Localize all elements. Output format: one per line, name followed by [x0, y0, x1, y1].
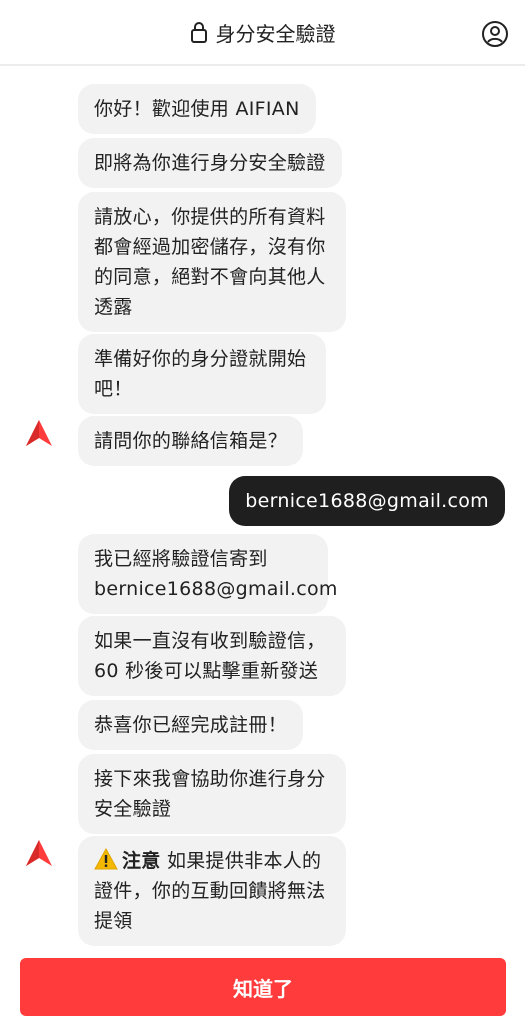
message-text: 準備好你的身分證就開始吧！	[94, 348, 307, 400]
bot-message: 我已經將驗證信寄到 bernice1688@gmail.com	[78, 534, 337, 614]
message-text: 即將為你進行身分安全驗證	[94, 152, 326, 174]
chat-area[interactable]: 你好！歡迎使用 AIFIAN 即將為你進行身分安全驗證 請放心，你提供的所有資料…	[0, 66, 525, 952]
bot-message: 恭喜你已經完成註冊！	[78, 700, 304, 750]
user-message: bernice1688@gmail.com	[229, 476, 505, 526]
bot-message: 即將為你進行身分安全驗證	[78, 138, 342, 188]
header-title-group: 身分安全驗證	[190, 18, 336, 47]
message-text: 我已經將驗證信寄到 bernice1688@gmail.com	[94, 548, 338, 600]
bot-message: 接下來我會協助你進行身分安全驗證	[78, 754, 346, 834]
acknowledge-button[interactable]: 知道了	[20, 958, 506, 1016]
header: 身分安全驗證	[0, 0, 525, 66]
message-text: 接下來我會協助你進行身分安全驗證	[94, 768, 326, 820]
bot-message: 請問你的聯絡信箱是？	[78, 416, 304, 466]
warning-message: 注意 如果提供非本人的證件，你的互動回饋將無法提領	[78, 836, 346, 946]
message-text: 如果一直沒有收到驗證信，60 秒後可以點擊重新發送	[94, 630, 326, 682]
message-text: 請問你的聯絡信箱是？	[94, 430, 288, 452]
warning-label: 注意	[122, 850, 161, 872]
bot-message: 請放心，你提供的所有資料都會經過加密儲存，沒有你的同意，絕對不會向其他人透露	[78, 192, 346, 332]
aifian-logo-icon	[26, 420, 52, 446]
message-text: 你好！歡迎使用 AIFIAN	[94, 98, 300, 120]
profile-button[interactable]	[481, 20, 509, 48]
profile-icon	[482, 21, 508, 47]
message-text: bernice1688@gmail.com	[245, 490, 489, 512]
acknowledge-button-label: 知道了	[233, 976, 293, 1001]
bot-message: 你好！歡迎使用 AIFIAN	[78, 84, 316, 134]
message-text: 恭喜你已經完成註冊！	[94, 714, 288, 736]
lock-icon	[190, 22, 207, 43]
bot-message: 準備好你的身分證就開始吧！	[78, 334, 326, 414]
page-title: 身分安全驗證	[215, 21, 336, 46]
message-text: 請放心，你提供的所有資料都會經過加密儲存，沒有你的同意，絕對不會向其他人透露	[94, 206, 326, 318]
bot-message: 如果一直沒有收到驗證信，60 秒後可以點擊重新發送	[78, 616, 346, 696]
warning-icon	[94, 848, 118, 870]
aifian-logo-icon	[26, 840, 52, 866]
